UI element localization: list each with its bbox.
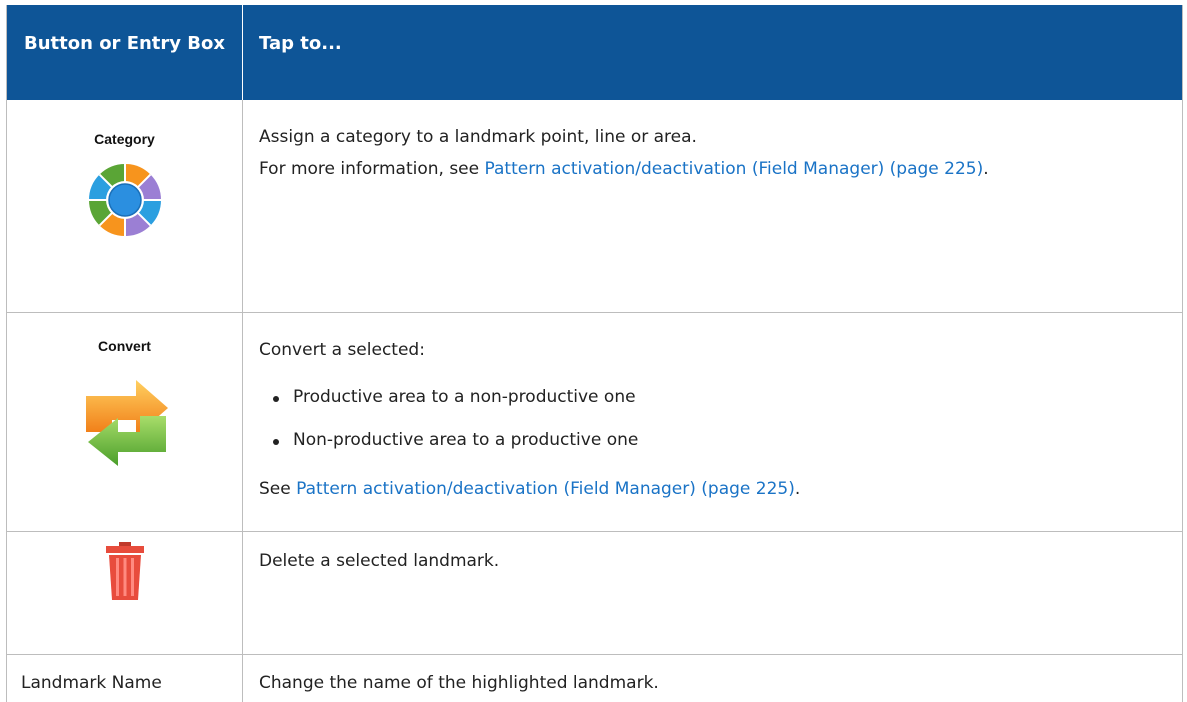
table-header: Button or Entry Box Tap to... <box>7 5 1182 100</box>
reference-table: Button or Entry Box Tap to... Category A… <box>6 5 1183 702</box>
convert-see-line: See Pattern activation/deactivation (Fie… <box>259 476 1162 503</box>
cell-category-button: Category <box>7 100 242 312</box>
convert-label: Convert <box>98 338 151 354</box>
trash-icon[interactable] <box>105 542 145 600</box>
convert-bullet-list: Productive area to a non-productive one … <box>271 384 1162 454</box>
list-item: Non-productive area to a productive one <box>271 427 1162 454</box>
cell-delete-desc: Delete a selected landmark. <box>242 532 1182 654</box>
cell-landmark-desc: Change the name of the highlighted landm… <box>242 655 1182 702</box>
convert-intro: Convert a selected: <box>259 340 425 360</box>
header-cell-tap: Tap to... <box>242 5 1182 100</box>
header-tap-label: Tap to... <box>259 33 342 54</box>
table-row-category: Category Assign a category to a landmark… <box>7 100 1182 313</box>
delete-desc: Delete a selected landmark. <box>259 551 500 571</box>
category-pattern-link[interactable]: Pattern activation/deactivation (Field M… <box>485 159 984 179</box>
convert-pattern-link[interactable]: Pattern activation/deactivation (Field M… <box>296 479 795 499</box>
header-cell-button: Button or Entry Box <box>7 5 242 100</box>
category-wheel-icon[interactable] <box>89 164 161 236</box>
cell-delete-button <box>7 532 242 654</box>
cell-convert-button: Convert <box>7 313 242 531</box>
category-see-text: For more information, see <box>259 159 485 179</box>
cell-category-desc: Assign a category to a landmark point, l… <box>242 100 1182 312</box>
landmark-name-label[interactable]: Landmark Name <box>21 670 162 697</box>
category-label: Category <box>94 131 155 147</box>
convert-see-text: See <box>259 479 297 499</box>
table-row-delete: Delete a selected landmark. <box>7 532 1182 655</box>
category-suffix: . <box>983 159 989 179</box>
header-button-label: Button or Entry Box <box>24 33 225 54</box>
category-desc-line1: Assign a category to a landmark point, l… <box>259 127 697 147</box>
list-item: Productive area to a non-productive one <box>271 384 1162 411</box>
convert-arrows-icon[interactable] <box>82 376 172 468</box>
cell-landmark-name: Landmark Name <box>7 655 242 702</box>
landmark-desc: Change the name of the highlighted landm… <box>259 673 659 693</box>
cell-convert-desc: Convert a selected: Productive area to a… <box>242 313 1182 531</box>
table-row-convert: Convert Convert a selected: Productive a… <box>7 313 1182 532</box>
table-row-landmark-name: Landmark Name Change the name of the hig… <box>7 655 1182 702</box>
category-desc-line2: For more information, see Pattern activa… <box>259 156 1162 183</box>
convert-suffix: . <box>794 479 801 499</box>
